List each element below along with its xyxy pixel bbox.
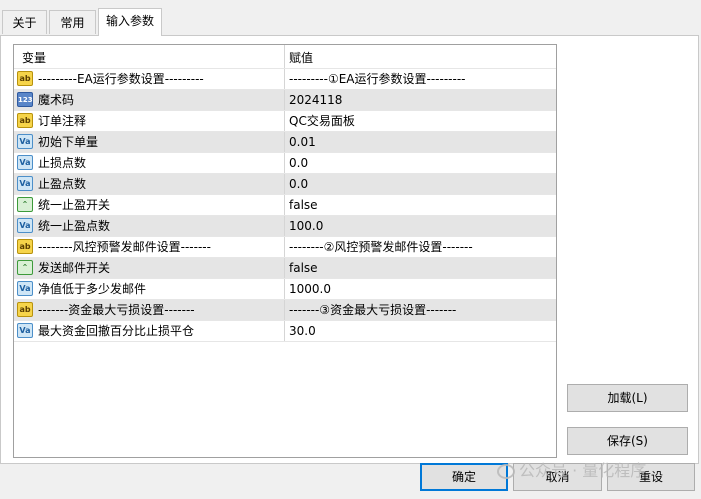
watermark-text: 公众号 · 量化程序	[519, 461, 647, 480]
variable-name: ---------EA运行参数设置---------	[38, 72, 204, 86]
table-row[interactable]: Va 统一止盈点数 100.0	[14, 216, 556, 237]
variable-name: 止损点数	[38, 156, 87, 170]
variable-name: --------风控预警发邮件设置-------	[38, 240, 211, 254]
value-text: 0.0	[289, 177, 309, 191]
variable-cell[interactable]: Va 统一止盈点数	[14, 216, 285, 236]
variable-name: 初始下单量	[38, 135, 99, 149]
variable-cell[interactable]: ⌃ 发送邮件开关	[14, 258, 285, 278]
save-button[interactable]: 保存(S)	[567, 427, 688, 455]
integer-type-icon: 123	[17, 92, 33, 107]
variable-name: 净值低于多少发邮件	[38, 282, 147, 296]
variable-name: 统一止盈点数	[38, 219, 111, 233]
column-header-value[interactable]: 赋值	[286, 45, 556, 68]
ok-button[interactable]: 确定	[420, 463, 508, 491]
variable-name: 发送邮件开关	[38, 261, 111, 275]
column-header-variable[interactable]: 变量	[14, 45, 285, 68]
double-type-icon: Va	[17, 134, 33, 149]
wechat-icon	[497, 464, 515, 479]
value-cell[interactable]: false	[286, 258, 556, 278]
value-text: 30.0	[289, 324, 316, 338]
table-row[interactable]: Va 净值低于多少发邮件 1000.0	[14, 279, 556, 300]
table-row[interactable]: ab ---------EA运行参数设置--------- ---------①EA…	[14, 69, 556, 90]
variable-cell[interactable]: ⌃ 统一止盈开关	[14, 195, 285, 215]
variable-name: -------资金最大亏损设置-------	[38, 303, 195, 317]
value-cell[interactable]: 0.01	[286, 132, 556, 152]
string-type-icon: ab	[17, 113, 33, 128]
value-text: 2024118	[289, 93, 343, 107]
value-text: 0.01	[289, 135, 316, 149]
value-text: --------②风控预警发邮件设置-------	[289, 240, 473, 254]
table-row[interactable]: ab --------风控预警发邮件设置------- --------②风控预警发…	[14, 237, 556, 258]
variable-cell[interactable]: ab --------风控预警发邮件设置-------	[14, 237, 285, 257]
tab-input-params[interactable]: 输入参数	[98, 8, 162, 36]
value-text: 100.0	[289, 219, 324, 233]
value-text: 1000.0	[289, 282, 331, 296]
variable-name: 订单注释	[38, 114, 87, 128]
variable-cell[interactable]: Va 止盈点数	[14, 174, 285, 194]
column-header-value-label: 赋值	[289, 51, 314, 65]
value-text: ---------①EA运行参数设置---------	[289, 72, 466, 86]
table-row[interactable]: 123 魔术码 2024118	[14, 90, 556, 111]
tab-common[interactable]: 常用	[49, 10, 96, 34]
value-text: false	[289, 198, 318, 212]
value-text: QC交易面板	[289, 114, 355, 128]
table-row[interactable]: ab -------资金最大亏损设置------- -------③资金最大亏损设置…	[14, 300, 556, 321]
value-text: false	[289, 261, 318, 275]
table-row[interactable]: Va 止盈点数 0.0	[14, 174, 556, 195]
table-row[interactable]: Va 最大资金回撤百分比止损平仓 30.0	[14, 321, 556, 342]
value-cell[interactable]: false	[286, 195, 556, 215]
variable-cell[interactable]: Va 止损点数	[14, 153, 285, 173]
tab-bar: 关于 常用 输入参数	[0, 0, 701, 36]
load-button[interactable]: 加载(L)	[567, 384, 688, 412]
variable-cell[interactable]: Va 净值低于多少发邮件	[14, 279, 285, 299]
string-type-icon: ab	[17, 71, 33, 86]
table-row[interactable]: Va 止损点数 0.0	[14, 153, 556, 174]
watermark: 公众号 · 量化程序	[497, 457, 646, 485]
double-type-icon: Va	[17, 323, 33, 338]
value-text: -------③资金最大亏损设置-------	[289, 303, 457, 317]
double-type-icon: Va	[17, 155, 33, 170]
variable-name: 魔术码	[38, 93, 75, 107]
value-cell[interactable]: ---------①EA运行参数设置---------	[286, 69, 556, 89]
value-cell[interactable]: QC交易面板	[286, 111, 556, 131]
value-cell[interactable]: --------②风控预警发邮件设置-------	[286, 237, 556, 257]
value-cell[interactable]: 0.0	[286, 153, 556, 173]
table-row[interactable]: Va 初始下单量 0.01	[14, 132, 556, 153]
variable-name: 止盈点数	[38, 177, 87, 191]
value-text: 0.0	[289, 156, 309, 170]
variable-cell[interactable]: 123 魔术码	[14, 90, 285, 110]
string-type-icon: ab	[17, 302, 33, 317]
table-row[interactable]: ⌃ 统一止盈开关 false	[14, 195, 556, 216]
variable-cell[interactable]: ab 订单注释	[14, 111, 285, 131]
double-type-icon: Va	[17, 176, 33, 191]
boolean-type-icon: ⌃	[17, 197, 33, 212]
variable-name: 最大资金回撤百分比止损平仓	[38, 324, 195, 338]
column-header-variable-label: 变量	[22, 51, 47, 65]
value-cell[interactable]: -------③资金最大亏损设置-------	[286, 300, 556, 320]
value-cell[interactable]: 1000.0	[286, 279, 556, 299]
table-row[interactable]: ab 订单注释 QC交易面板	[14, 111, 556, 132]
variable-cell[interactable]: Va 初始下单量	[14, 132, 285, 152]
variable-cell[interactable]: Va 最大资金回撤百分比止损平仓	[14, 321, 285, 341]
tab-about[interactable]: 关于	[2, 10, 47, 34]
boolean-type-icon: ⌃	[17, 260, 33, 275]
variable-cell[interactable]: ab -------资金最大亏损设置-------	[14, 300, 285, 320]
value-cell[interactable]: 30.0	[286, 321, 556, 341]
grid-header: 变量 赋值	[14, 45, 556, 69]
value-cell[interactable]: 2024118	[286, 90, 556, 110]
value-cell[interactable]: 0.0	[286, 174, 556, 194]
table-row[interactable]: ⌃ 发送邮件开关 false	[14, 258, 556, 279]
string-type-icon: ab	[17, 239, 33, 254]
parameters-grid: 变量 赋值 ab ---------EA运行参数设置--------- ------…	[13, 44, 557, 458]
variable-name: 统一止盈开关	[38, 198, 111, 212]
value-cell[interactable]: 100.0	[286, 216, 556, 236]
double-type-icon: Va	[17, 218, 33, 233]
variable-cell[interactable]: ab ---------EA运行参数设置---------	[14, 69, 285, 89]
double-type-icon: Va	[17, 281, 33, 296]
